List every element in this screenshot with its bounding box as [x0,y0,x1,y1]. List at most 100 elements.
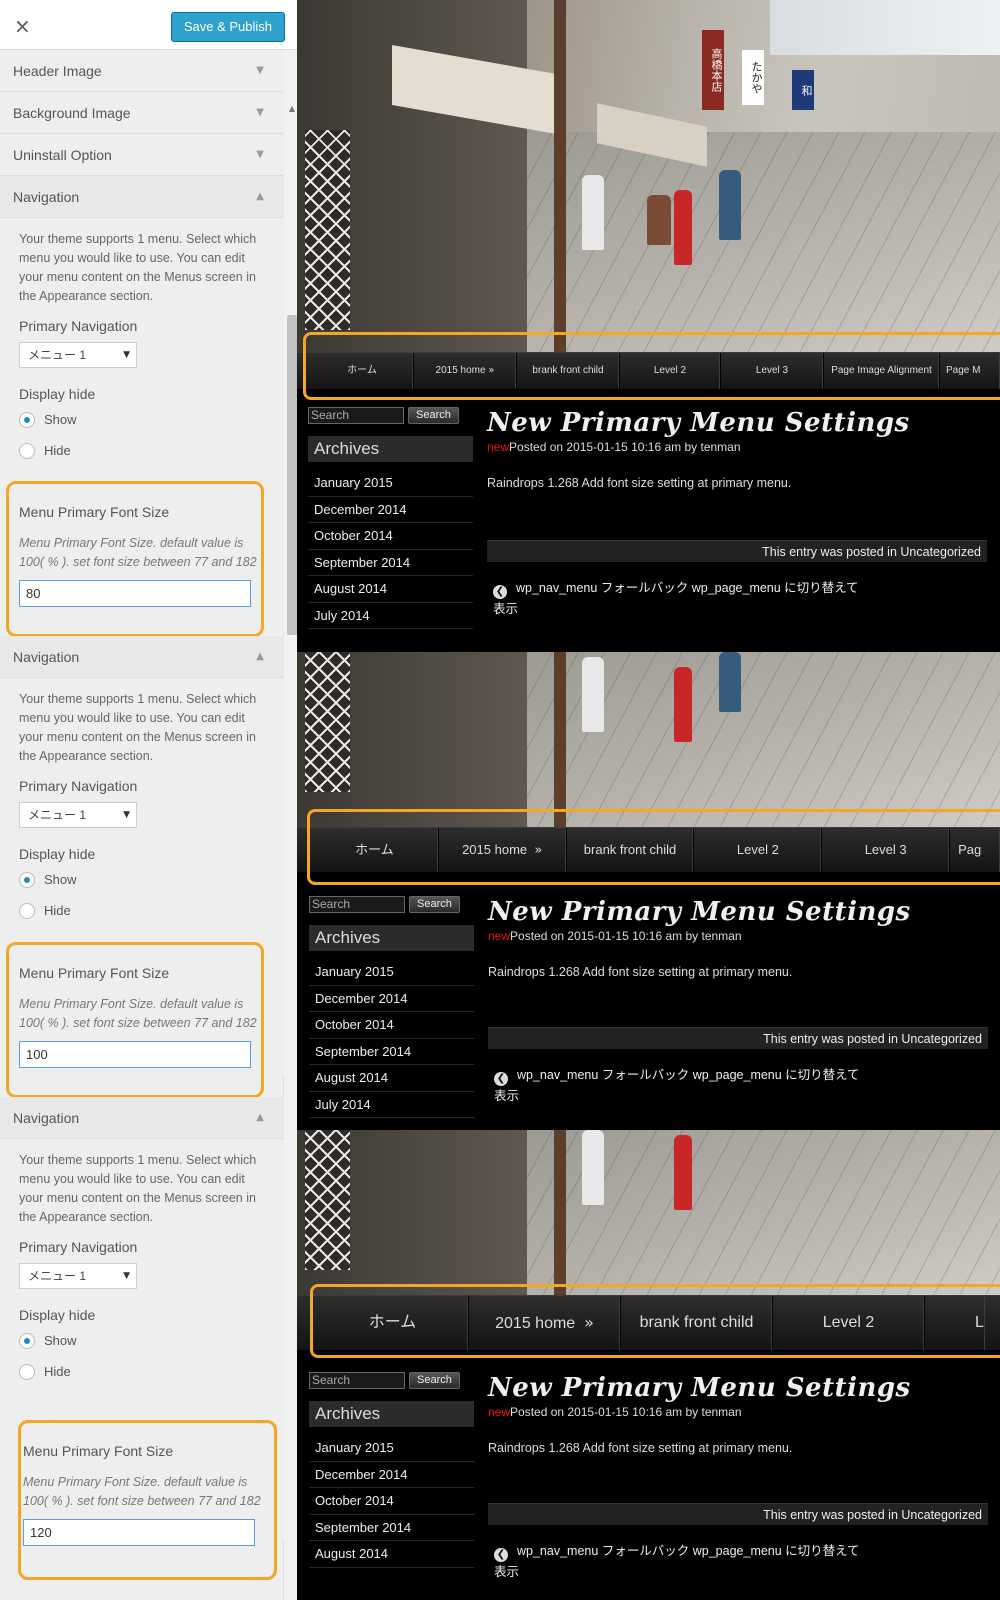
primary-navigation-select[interactable]: メニュー 1 ▼ [19,802,137,828]
section-navigation[interactable]: Navigation ▲ [0,1097,284,1139]
font-size-input[interactable]: 120 [23,1519,255,1546]
archive-link[interactable]: August 2014 [309,1541,474,1568]
lattice-window [305,130,350,330]
section-navigation[interactable]: Navigation ▲ [0,176,284,218]
section-header-image[interactable]: Header Image ▼ [0,50,284,92]
shop-sign: 和 [792,70,814,110]
search-input[interactable]: Search [309,1371,405,1389]
customizer-header: × Save & Publish [0,0,299,50]
prev-post-link[interactable]: ❮ wp_nav_menu フォールバック wp_page_menu に切り替えて… [493,578,873,620]
highlight-frame [310,1284,1000,1358]
radio-hide[interactable]: Hide [19,895,266,926]
post-meta: newPosted on 2015-01-15 10:16 am by tenm… [488,929,988,943]
font-size-control: Menu Primary Font Size Menu Primary Font… [18,1420,277,1580]
lattice-window [305,1130,350,1270]
archive-link[interactable]: January 2015 [309,959,474,986]
archives-list: January 2015 December 2014 October 2014 … [308,470,473,629]
archive-link[interactable]: October 2014 [308,523,473,550]
utility-pole [554,0,566,352]
chevron-left-icon: ❮ [494,1548,508,1562]
archive-link[interactable]: September 2014 [309,1515,474,1541]
post-title[interactable]: New Primary Menu Settings [488,897,988,927]
display-hide-label: Display hide [19,846,96,862]
radio-hide[interactable]: Hide [19,1356,266,1387]
radio-show[interactable]: Show [19,1325,266,1356]
archives-list: January 2015 December 2014 October 2014 … [309,959,474,1118]
archive-link[interactable]: August 2014 [309,1065,474,1092]
archive-link[interactable]: December 2014 [309,986,474,1012]
post-title[interactable]: New Primary Menu Settings [487,408,987,438]
archive-link[interactable]: December 2014 [309,1462,474,1488]
post-meta-text: Posted on 2015-01-15 10:16 am by tenman [510,929,742,943]
post-meta-text: Posted on 2015-01-15 10:16 am by tenman [510,1405,742,1419]
primary-navigation-label: Primary Navigation [19,318,138,334]
section-label: Navigation [13,189,80,205]
chevron-down-icon: ▼ [256,149,264,160]
search-button[interactable]: Search [408,406,459,424]
primary-navigation-select[interactable]: メニュー 1 ▼ [19,1263,137,1289]
archive-link[interactable]: September 2014 [309,1039,474,1065]
shop-sign: たかや [742,50,764,105]
save-publish-button[interactable]: Save & Publish [170,12,285,42]
prev-post-link[interactable]: ❮ wp_nav_menu フォールバック wp_page_menu に切り替えて… [494,1065,874,1107]
header-image: 高橋本店 たかや 和 [297,0,1000,352]
scroll-up-icon[interactable]: ▲ [289,104,295,113]
person [719,170,741,240]
archive-link[interactable]: August 2014 [308,576,473,603]
archive-link[interactable]: October 2014 [309,1488,474,1515]
customizer-panel: × Save & Publish ▲ Header Image ▼ Backgro… [0,0,300,1600]
person [582,1130,604,1205]
font-size-description: Menu Primary Font Size. default value is… [23,1475,261,1508]
archive-link[interactable]: October 2014 [309,1012,474,1039]
select-value: メニュー 1 [28,348,87,362]
header-image [297,1130,1000,1295]
new-badge: new [488,1405,511,1419]
section-navigation[interactable]: Navigation ▲ [0,636,284,678]
sky [770,0,1000,55]
highlight-frame [307,809,1000,885]
font-size-description: Menu Primary Font Size. default value is… [19,997,257,1030]
archive-link[interactable]: January 2015 [309,1435,474,1462]
archive-link[interactable]: January 2015 [308,470,473,497]
font-size-input[interactable]: 100 [19,1041,251,1068]
search-button[interactable]: Search [409,1371,460,1389]
select-value: メニュー 1 [28,1269,87,1283]
sidebar: Search Search Archives January 2015 Dece… [308,406,473,629]
section-background-image[interactable]: Background Image ▼ [0,92,284,134]
font-size-control: Menu Primary Font Size Menu Primary Font… [6,942,264,1098]
primary-navigation-select[interactable]: メニュー 1 ▼ [19,342,137,368]
radio-show[interactable]: Show [19,864,266,895]
archive-link[interactable]: December 2014 [308,497,473,523]
radio-show[interactable]: Show [19,404,266,435]
font-size-label: Menu Primary Font Size [19,965,170,981]
section-label: Header Image [13,63,102,79]
close-icon[interactable]: × [14,14,31,38]
font-size-input[interactable]: 80 [19,580,251,607]
radio-unchecked-icon [19,902,35,919]
utility-pole [554,1130,566,1295]
post-title[interactable]: New Primary Menu Settings [488,1373,988,1403]
archive-link[interactable]: September 2014 [308,550,473,576]
person [674,190,692,265]
search-button[interactable]: Search [409,895,460,913]
section-label: Background Image [13,105,131,121]
search-input[interactable]: Search [309,895,405,913]
radio-label: Show [44,872,77,887]
section-label: Uninstall Option [13,147,112,163]
radio-hide[interactable]: Hide [19,435,266,466]
chevron-down-icon: ▼ [256,107,264,118]
archive-link[interactable]: July 2014 [308,603,473,629]
person [674,667,692,742]
search-input[interactable]: Search [308,406,404,424]
prev-post-link[interactable]: ❮ wp_nav_menu フォールバック wp_page_menu に切り替えて… [494,1541,874,1583]
scrollbar-thumb[interactable] [287,315,297,635]
post-footer: This entry was posted in Uncategorized [488,1503,988,1525]
chevron-left-icon: ❮ [494,1072,508,1086]
radio-label: Show [44,412,77,427]
archive-link[interactable]: July 2014 [309,1092,474,1118]
section-uninstall-option[interactable]: Uninstall Option ▼ [0,134,284,176]
person [647,195,671,245]
chevron-down-icon: ▼ [256,65,264,76]
radio-unchecked-icon [19,1363,35,1380]
shop-sign: 高橋本店 [702,30,724,110]
